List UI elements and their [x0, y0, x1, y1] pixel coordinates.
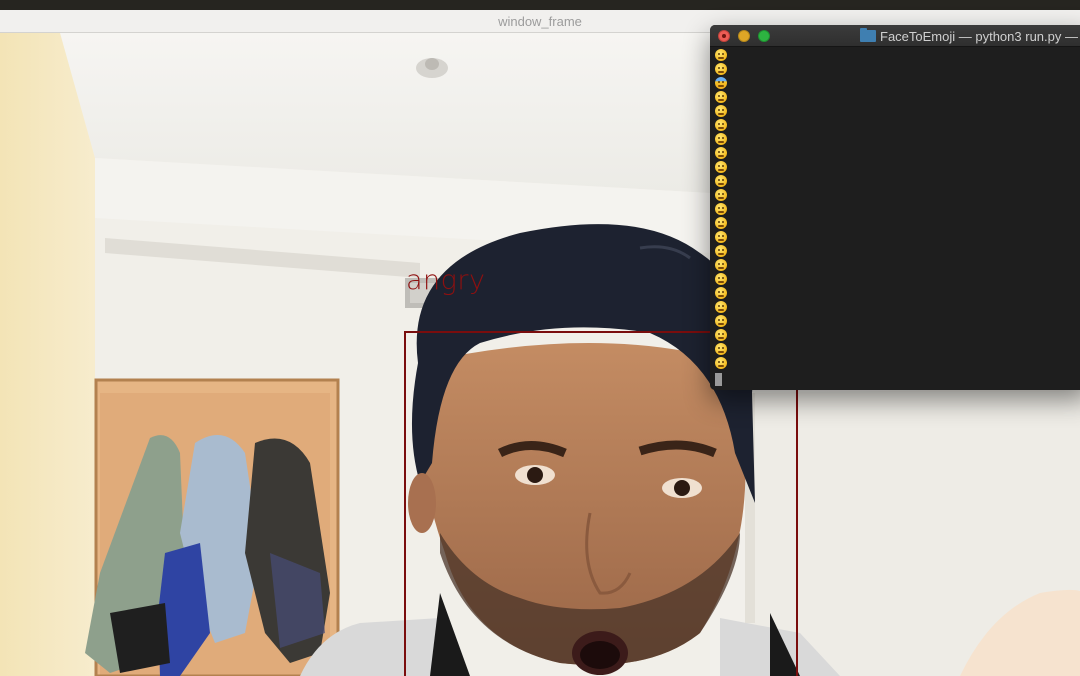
- angry-face-emoji-icon: [715, 203, 727, 215]
- terminal-line: [715, 189, 1075, 203]
- terminal-line: [715, 147, 1075, 161]
- terminal-line: [715, 231, 1075, 245]
- angry-face-emoji-icon: [715, 273, 727, 285]
- terminal-line: [715, 287, 1075, 301]
- confused-face-emoji-icon: [715, 119, 727, 131]
- terminal-line: [715, 105, 1075, 119]
- angry-face-emoji-icon: [715, 91, 727, 103]
- angry-face-emoji-icon: [715, 147, 727, 159]
- confused-face-emoji-icon: [715, 175, 727, 187]
- terminal-line: [715, 203, 1075, 217]
- terminal-line: [715, 49, 1075, 63]
- terminal-line: [715, 63, 1075, 77]
- terminal-line: [715, 273, 1075, 287]
- terminal-line: [715, 301, 1075, 315]
- angry-face-emoji-icon: [715, 301, 727, 313]
- terminal-window[interactable]: FaceToEmoji — python3 run.py —: [710, 25, 1080, 390]
- terminal-line: [715, 77, 1075, 91]
- angry-face-emoji-icon: [715, 49, 727, 61]
- terminal-line: [715, 343, 1075, 357]
- terminal-line: [715, 357, 1075, 371]
- terminal-line: [715, 133, 1075, 147]
- window-title: window_frame: [498, 14, 582, 29]
- terminal-output[interactable]: [715, 49, 1075, 386]
- angry-face-emoji-icon: [715, 259, 727, 271]
- angry-face-emoji-icon: [715, 231, 727, 243]
- emotion-label: angry: [406, 265, 486, 296]
- confused-face-emoji-icon: [715, 245, 727, 257]
- confused-face-emoji-icon: [715, 63, 727, 75]
- terminal-title: FaceToEmoji — python3 run.py —: [880, 28, 1078, 44]
- system-menu-bar: [0, 0, 1080, 10]
- angry-face-emoji-icon: [715, 189, 727, 201]
- fearful-face-emoji-icon: [715, 77, 727, 89]
- angry-face-emoji-icon: [715, 357, 727, 369]
- folder-icon: [860, 28, 876, 42]
- terminal-line: [715, 175, 1075, 189]
- angry-face-emoji-icon: [715, 217, 727, 229]
- terminal-cursor: [715, 373, 722, 386]
- confused-face-emoji-icon: [715, 105, 727, 117]
- terminal-line: [715, 315, 1075, 329]
- angry-face-emoji-icon: [715, 133, 727, 145]
- terminal-title-bar[interactable]: FaceToEmoji — python3 run.py —: [710, 25, 1080, 47]
- confused-face-emoji-icon: [715, 287, 727, 299]
- angry-face-emoji-icon: [715, 343, 727, 355]
- angry-face-emoji-icon: [715, 329, 727, 341]
- terminal-line: [715, 259, 1075, 273]
- terminal-line: [715, 245, 1075, 259]
- terminal-line: [715, 217, 1075, 231]
- angry-face-emoji-icon: [715, 315, 727, 327]
- zoom-button[interactable]: [758, 30, 770, 42]
- terminal-line: [715, 119, 1075, 133]
- terminal-line: [715, 161, 1075, 175]
- close-button[interactable]: [718, 30, 730, 42]
- angry-face-emoji-icon: [715, 161, 727, 173]
- minimize-button[interactable]: [738, 30, 750, 42]
- terminal-line: [715, 91, 1075, 105]
- terminal-line: [715, 329, 1075, 343]
